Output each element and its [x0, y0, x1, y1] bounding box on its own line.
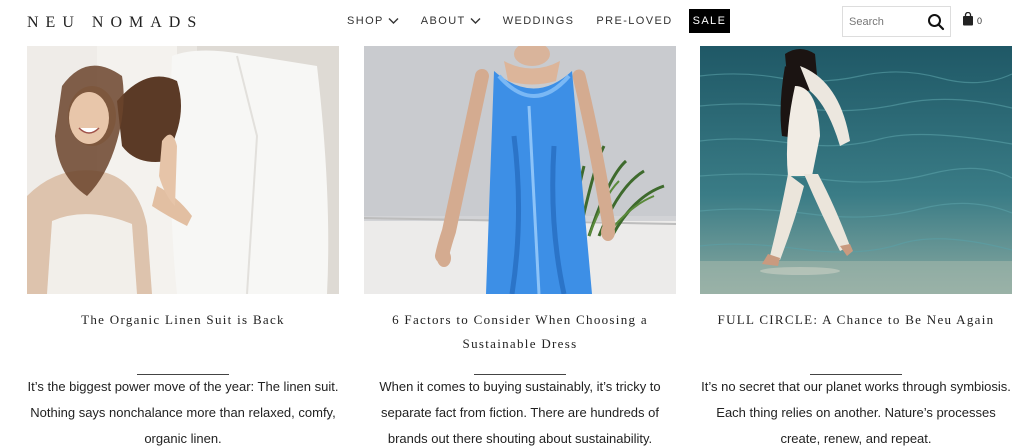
search-input[interactable]: [849, 14, 925, 30]
search-icon[interactable]: [927, 13, 945, 31]
blog-card: The Organic Linen Suit is Back It’s the …: [27, 46, 339, 446]
nav-item-about[interactable]: ABOUT: [421, 15, 481, 27]
nav-item-sale[interactable]: SALE: [688, 9, 731, 33]
nav-item-label: SALE: [692, 15, 727, 27]
post-image-sustainable-dress[interactable]: [364, 46, 676, 294]
post-title[interactable]: The Organic Linen Suit is Back: [27, 308, 339, 332]
post-photo: [27, 46, 339, 294]
post-image-linen-suit[interactable]: [27, 46, 339, 294]
post-title[interactable]: 6 Factors to Consider When Choosing a Su…: [364, 308, 676, 356]
cart-count: 0: [977, 16, 983, 26]
post-title[interactable]: FULL CIRCLE: A Chance to Be Neu Again: [700, 308, 1012, 332]
post-excerpt: It’s no secret that our planet works thr…: [701, 379, 1011, 446]
blog-card: FULL CIRCLE: A Chance to Be Neu Again It…: [700, 46, 1012, 446]
main-nav: SHOP ABOUT WEDDINGS PRE-LOVED SALE: [347, 9, 731, 33]
nav-item-weddings[interactable]: WEDDINGS: [503, 15, 575, 27]
post-photo: [364, 46, 676, 294]
post-image-full-circle[interactable]: [700, 46, 1012, 294]
brand-logo[interactable]: NEU NOMADS: [27, 14, 203, 32]
post-photo: [700, 46, 1012, 294]
nav-item-pre-loved[interactable]: PRE-LOVED: [596, 15, 672, 27]
chevron-down-icon: [388, 18, 399, 24]
chevron-down-icon: [470, 18, 481, 24]
nav-item-label: ABOUT: [420, 15, 466, 27]
nav-item-label: WEDDINGS: [502, 15, 575, 27]
nav-item-label: SHOP: [347, 15, 384, 27]
shopping-bag-icon[interactable]: [962, 12, 974, 26]
site-header: NEU NOMADS SHOP ABOUT WEDDINGS PRE-LOVED…: [0, 0, 1024, 44]
search-box: [842, 6, 951, 37]
blog-card: 6 Factors to Consider When Choosing a Su…: [364, 46, 676, 446]
post-excerpt: When it comes to buying sustainably, it’…: [379, 379, 661, 446]
nav-item-label: PRE-LOVED: [596, 15, 673, 27]
post-excerpt: It’s the biggest power move of the year:…: [27, 379, 339, 446]
nav-item-shop[interactable]: SHOP: [347, 15, 399, 27]
